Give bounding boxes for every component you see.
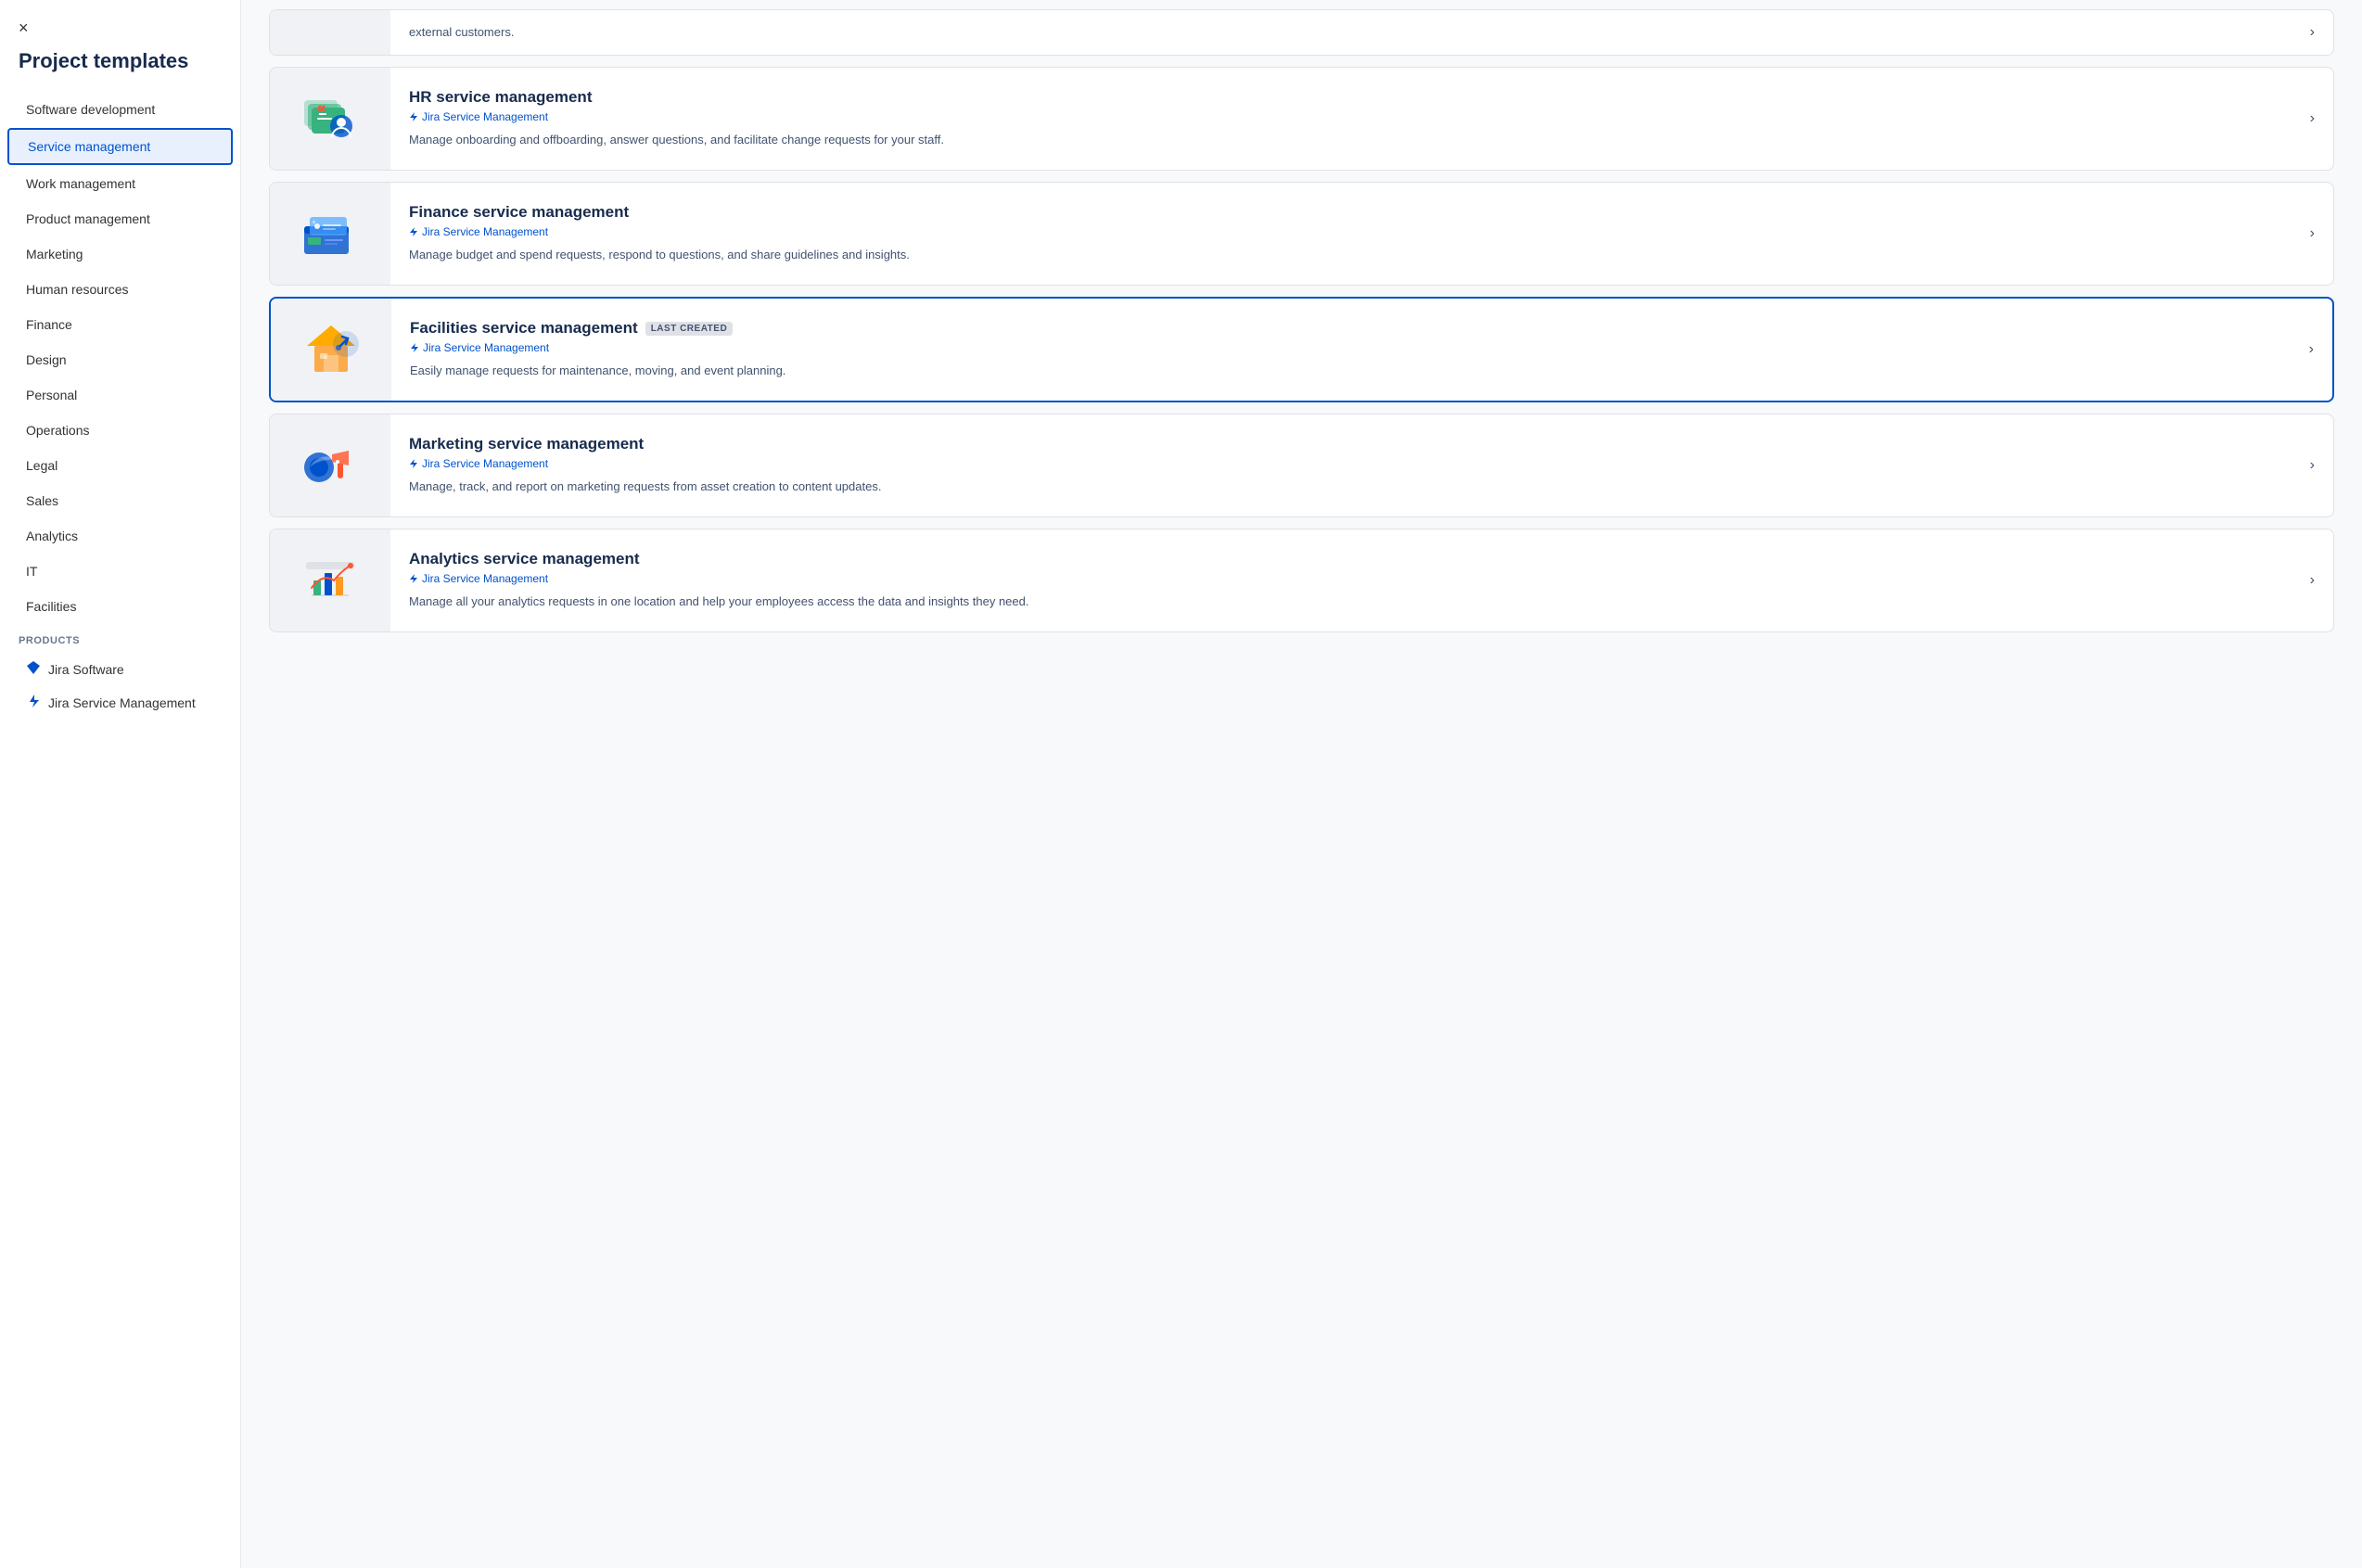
main-content: external customers. › HR service managem… <box>241 0 2362 1568</box>
partial-card-image <box>270 9 390 56</box>
sidebar-item-service-management[interactable]: Service management <box>7 128 233 165</box>
product-label-jira-service-management: Jira Service Management <box>48 695 196 710</box>
template-card-hr-service-management[interactable]: HR service management Jira Service Manage… <box>269 67 2334 171</box>
template-source-text-facilities-service-management: Jira Service Management <box>423 341 549 354</box>
template-desc-finance-service-management: Manage budget and spend requests, respon… <box>409 246 2273 264</box>
sidebar-title: Project templates <box>0 49 240 92</box>
templates-list: external customers. › HR service managem… <box>241 0 2362 653</box>
lightning-icon <box>409 458 418 469</box>
sidebar-item-product-management[interactable]: Product management <box>7 202 233 236</box>
template-source-text-analytics-service-management: Jira Service Management <box>422 572 548 585</box>
template-source-facilities-service-management: Jira Service Management <box>410 341 2272 354</box>
sidebar-nav: Software developmentService managementWo… <box>0 92 240 624</box>
sidebar-item-design[interactable]: Design <box>7 343 233 376</box>
sidebar-item-software-development[interactable]: Software development <box>7 93 233 126</box>
lightning-icon <box>409 111 418 122</box>
sidebar-item-personal[interactable]: Personal <box>7 378 233 412</box>
sidebar-product-jira-software[interactable]: Jira Software <box>7 653 233 685</box>
template-card-facilities-service-management[interactable]: Facilities service management LAST CREATE… <box>269 297 2334 402</box>
template-title-text-analytics-service-management: Analytics service management <box>409 550 640 568</box>
template-desc-marketing-service-management: Manage, track, and report on marketing r… <box>409 478 2273 496</box>
template-body-finance-service-management: Finance service management Jira Service M… <box>390 186 2292 281</box>
template-desc-facilities-service-management: Easily manage requests for maintenance, … <box>410 362 2272 380</box>
products-section-label: PRODUCTS <box>0 624 240 652</box>
template-title-text-hr-service-management: HR service management <box>409 88 592 107</box>
template-source-text-finance-service-management: Jira Service Management <box>422 225 548 238</box>
template-desc-hr-service-management: Manage onboarding and offboarding, answe… <box>409 131 2273 149</box>
sidebar-item-legal[interactable]: Legal <box>7 449 233 482</box>
template-card-marketing-service-management[interactable]: Marketing service management Jira Service… <box>269 414 2334 517</box>
template-title-finance-service-management: Finance service management <box>409 203 2273 222</box>
sidebar: × Project templates Software development… <box>0 0 241 1568</box>
partial-card-desc: external customers. <box>409 23 2273 42</box>
template-title-text-marketing-service-management: Marketing service management <box>409 435 644 453</box>
sidebar-item-human-resources[interactable]: Human resources <box>7 273 233 306</box>
lightning-icon <box>409 573 418 584</box>
template-title-analytics-service-management: Analytics service management <box>409 550 2273 568</box>
sidebar-item-sales[interactable]: Sales <box>7 484 233 517</box>
template-body-hr-service-management: HR service management Jira Service Manage… <box>390 71 2292 166</box>
template-title-text-finance-service-management: Finance service management <box>409 203 629 222</box>
svg-text:+: + <box>312 218 316 226</box>
sidebar-item-work-management[interactable]: Work management <box>7 167 233 200</box>
sidebar-item-operations[interactable]: Operations <box>7 414 233 447</box>
sidebar-products: Jira Software Jira Service Management <box>0 652 240 720</box>
template-image-finance-service-management: + <box>270 183 390 285</box>
template-card-analytics-service-management[interactable]: Analytics service management Jira Service… <box>269 529 2334 632</box>
lightning-icon <box>26 694 41 711</box>
lightning-icon <box>410 342 419 353</box>
partial-card-arrow: › <box>2292 24 2333 41</box>
template-image-analytics-service-management <box>270 529 390 631</box>
template-body-analytics-service-management: Analytics service management Jira Service… <box>390 533 2292 628</box>
template-desc-analytics-service-management: Manage all your analytics requests in on… <box>409 593 2273 611</box>
template-source-analytics-service-management: Jira Service Management <box>409 572 2273 585</box>
template-arrow-finance-service-management: › <box>2292 225 2333 242</box>
diamond-icon <box>26 660 41 678</box>
template-source-finance-service-management: Jira Service Management <box>409 225 2273 238</box>
lightning-icon <box>409 226 418 237</box>
sidebar-product-jira-service-management[interactable]: Jira Service Management <box>7 686 233 719</box>
template-image-hr-service-management <box>270 68 390 170</box>
template-arrow-analytics-service-management: › <box>2292 572 2333 589</box>
template-arrow-marketing-service-management: › <box>2292 457 2333 474</box>
template-source-text-hr-service-management: Jira Service Management <box>422 110 548 123</box>
sidebar-item-facilities[interactable]: Facilities <box>7 590 233 623</box>
sidebar-item-marketing[interactable]: Marketing <box>7 237 233 271</box>
sidebar-item-finance[interactable]: Finance <box>7 308 233 341</box>
template-source-text-marketing-service-management: Jira Service Management <box>422 457 548 470</box>
template-source-marketing-service-management: Jira Service Management <box>409 457 2273 470</box>
template-title-marketing-service-management: Marketing service management <box>409 435 2273 453</box>
template-body-marketing-service-management: Marketing service management Jira Service… <box>390 418 2292 513</box>
product-label-jira-software: Jira Software <box>48 662 124 677</box>
partial-card[interactable]: external customers. › <box>269 9 2334 56</box>
template-title-text-facilities-service-management: Facilities service management <box>410 319 638 338</box>
template-body-facilities-service-management: Facilities service management LAST CREATE… <box>391 302 2291 397</box>
template-image-marketing-service-management <box>270 414 390 516</box>
last-created-badge: LAST CREATED <box>645 322 733 336</box>
template-arrow-facilities-service-management: › <box>2291 341 2332 358</box>
template-title-hr-service-management: HR service management <box>409 88 2273 107</box>
close-button[interactable]: × <box>0 19 240 49</box>
template-arrow-hr-service-management: › <box>2292 110 2333 127</box>
sidebar-item-it[interactable]: IT <box>7 555 233 588</box>
template-source-hr-service-management: Jira Service Management <box>409 110 2273 123</box>
template-title-facilities-service-management: Facilities service management LAST CREATE… <box>410 319 2272 338</box>
template-card-finance-service-management[interactable]: + Finance service management Jira Service… <box>269 182 2334 286</box>
template-image-facilities-service-management <box>271 299 391 401</box>
sidebar-item-analytics[interactable]: Analytics <box>7 519 233 553</box>
partial-card-body: external customers. <box>390 14 2292 51</box>
